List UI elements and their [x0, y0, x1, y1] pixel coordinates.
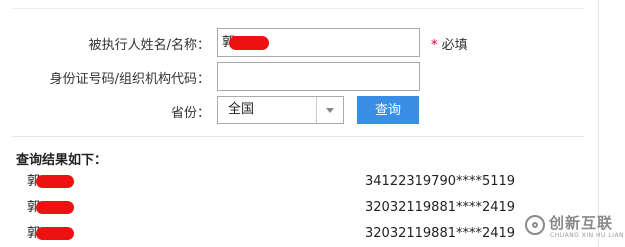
watermark-subtext: CHUANG XIN HU LIAN — [550, 232, 625, 239]
query-button[interactable]: 查询 — [357, 96, 419, 124]
result-name: 郭 — [27, 171, 75, 193]
id-label: 身份证号码/组织机构代码： — [49, 72, 210, 87]
name-label: 被执行人姓名/名称： — [88, 38, 210, 53]
name-redaction — [36, 227, 75, 240]
result-name: 郭 — [27, 197, 75, 219]
required-star: * — [431, 38, 438, 53]
right-divider — [598, 0, 599, 247]
result-row: 郭 32032119881****2419 — [0, 197, 598, 219]
select-separator — [316, 97, 317, 123]
chevron-down-icon[interactable] — [326, 108, 334, 113]
result-row: 郭 34122319790****5119 — [0, 171, 598, 193]
result-id: 34122319790****5119 — [365, 174, 516, 189]
query-page: 被执行人姓名/名称： 郭 * 必填 身份证号码/组织机构代码： 省份： 全国 查… — [0, 0, 625, 247]
required-text: 必填 — [441, 38, 468, 53]
top-divider — [12, 8, 584, 9]
name-redaction — [36, 201, 75, 214]
watermark-logo: 创新互联 CHUANG XIN HU LIAN — [525, 211, 625, 241]
province-select-value: 全国 — [228, 102, 255, 117]
id-input[interactable] — [217, 62, 420, 91]
result-id: 32032119881****2419 — [365, 226, 516, 241]
brand-logo-icon — [525, 215, 545, 235]
result-name: 郭 — [27, 223, 75, 245]
name-redaction — [36, 175, 75, 188]
result-row: 郭 32032119881****2419 — [0, 223, 598, 245]
watermark-text: 创新互联 — [549, 214, 614, 232]
results-divider — [12, 136, 584, 137]
required-note: * 必填 — [431, 34, 468, 53]
result-id: 32032119881****2419 — [365, 200, 516, 215]
province-label: 省份： — [170, 106, 210, 121]
name-input-value: 郭 — [222, 28, 270, 57]
results-title: 查询结果如下： — [16, 153, 108, 168]
province-select[interactable]: 全国 — [217, 96, 344, 124]
name-redaction — [229, 35, 270, 50]
